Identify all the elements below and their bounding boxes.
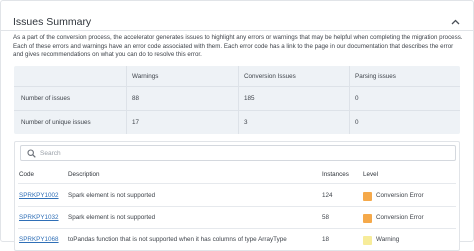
issue-level: Conversion Error <box>376 192 424 199</box>
header-divider <box>1 30 473 31</box>
issue-description: Spark element is not supported <box>68 214 156 221</box>
summary-cell: 0 <box>355 95 359 102</box>
panel-title: Issues Summary <box>13 16 92 28</box>
issue-description: Spark element is not supported <box>68 192 156 199</box>
issues-summary-panel: Issues Summary As a part of the conversi… <box>0 0 474 251</box>
summary-column-divider <box>349 66 350 134</box>
chevron-up-icon[interactable] <box>449 16 461 28</box>
summary-cell: 0 <box>355 119 359 126</box>
issue-level: Conversion Error <box>376 214 424 221</box>
summary-header-row: Warnings Conversion Issues Parsing issue… <box>14 66 460 86</box>
column-header-level[interactable]: Level <box>363 171 378 178</box>
summary-cell: 17 <box>132 119 140 126</box>
column-header-description[interactable]: Description <box>68 171 100 178</box>
summary-row: Number of unique issues 17 3 0 <box>14 111 460 134</box>
level-indicator <box>363 214 372 223</box>
level-indicator <box>363 236 372 245</box>
issue-code-link[interactable]: SPRKPY1002 <box>19 192 59 199</box>
table-divider <box>18 183 456 184</box>
column-header-code[interactable]: Code <box>19 171 34 178</box>
summary-cell: 88 <box>132 95 140 102</box>
summary-row-label: Number of issues <box>21 95 70 102</box>
summary-row-label: Number of unique issues <box>21 119 91 126</box>
summary-header-parsing-issues: Parsing issues <box>355 72 396 80</box>
search-input[interactable] <box>40 147 440 159</box>
summary-header-warnings: Warnings <box>132 72 159 80</box>
summary-column-divider <box>126 66 127 134</box>
issue-code-link[interactable]: SPRKPY1032 <box>19 214 59 221</box>
table-row: SPRKPY1002 Spark element is not supporte… <box>15 185 459 207</box>
summary-cell: 185 <box>244 95 255 102</box>
summary-cell: 3 <box>244 119 248 126</box>
summary-column-divider <box>238 66 239 134</box>
intro-text: As a part of the conversion process, the… <box>13 34 463 59</box>
summary-table: Warnings Conversion Issues Parsing issue… <box>14 66 460 134</box>
issues-header-row: Code Description Instances Level <box>15 168 459 181</box>
issues-table: Code Description Instances Level SPRKPY1… <box>14 141 460 251</box>
search-icon <box>25 147 37 159</box>
level-indicator <box>363 192 372 201</box>
issue-instances: 58 <box>322 214 330 221</box>
summary-row: Number of issues 88 185 0 <box>14 87 460 110</box>
summary-header-conversion-issues: Conversion Issues <box>244 72 296 80</box>
column-header-instances[interactable]: Instances <box>322 171 349 178</box>
table-row: SPRKPY1068 toPandas function that is not… <box>15 229 459 251</box>
search-box[interactable] <box>20 145 456 161</box>
table-row: SPRKPY1032 Spark element is not supporte… <box>15 207 459 229</box>
issue-instances: 124 <box>322 192 333 199</box>
panel-header[interactable]: Issues Summary <box>13 12 461 32</box>
